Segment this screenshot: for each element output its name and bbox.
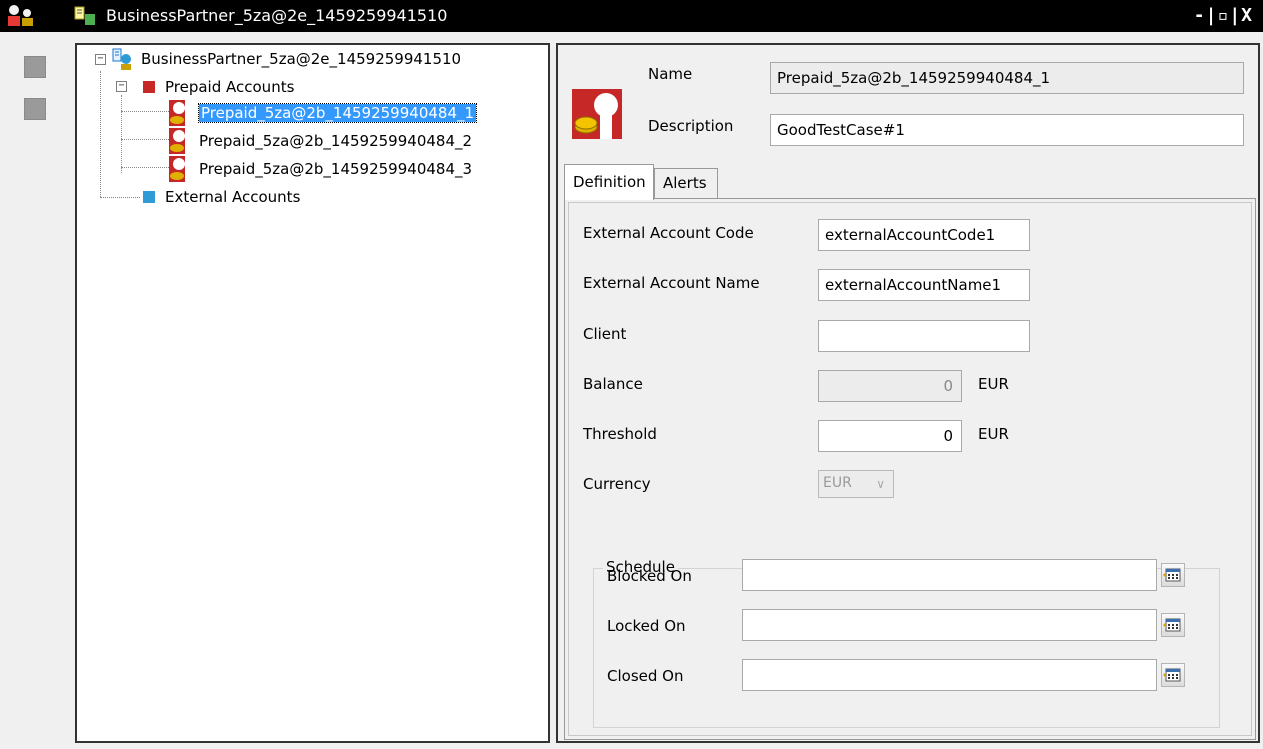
locked-on-date-field[interactable]: [742, 609, 1157, 641]
window-title: BusinessPartner_5za@2e_1459259941510: [106, 6, 448, 25]
app-users-icon[interactable]: [6, 4, 36, 28]
calendar-icon: [1163, 618, 1181, 632]
schedule-layer: Schedule Blocked On Locked On Closed On: [567, 199, 1251, 733]
tree-collapse-toggle[interactable]: −: [116, 81, 127, 92]
tree-connector: [100, 71, 101, 197]
window-controls: -|▫|X: [1193, 5, 1253, 26]
account-tree: − BusinessPartner_5za@2e_1459259941510 −…: [75, 43, 550, 743]
name-field[interactable]: Prepaid_5za@2b_1459259940484_1: [770, 62, 1244, 94]
tree-connector: [121, 111, 169, 112]
closed-on-calendar-button[interactable]: [1161, 663, 1185, 687]
schedule-group: [593, 568, 1220, 728]
calendar-icon: [1163, 668, 1181, 682]
toolbar-button-2[interactable]: [24, 98, 46, 120]
calendar-icon: [1163, 568, 1181, 582]
closed-on-label: Closed On: [607, 667, 684, 685]
tree-collapse-toggle[interactable]: −: [95, 54, 106, 65]
blocked-on-label-text: Blocked On: [607, 567, 692, 585]
left-toolbar: [0, 32, 70, 749]
prepaid-folder-icon: [143, 81, 155, 93]
business-partner-icon: [112, 48, 131, 70]
toolbar-button-1[interactable]: [24, 56, 46, 78]
tree-node-prepaid-3[interactable]: Prepaid_5za@2b_1459259940484_3: [169, 156, 473, 182]
tree-node-prepaid-1[interactable]: Prepaid_5za@2b_1459259940484_1: [169, 100, 478, 126]
tree-node-prepaid-2[interactable]: Prepaid_5za@2b_1459259940484_2: [169, 128, 473, 154]
prepaid-account-large-icon: [572, 89, 622, 139]
blocked-on-date-field[interactable]: [742, 559, 1157, 591]
tree-connector: [121, 139, 169, 140]
tab-definition[interactable]: Definition: [564, 164, 654, 200]
locked-on-calendar-button[interactable]: [1161, 613, 1185, 637]
tree-connector: [100, 197, 140, 198]
tree-group-label: Prepaid Accounts: [165, 78, 295, 96]
close-button[interactable]: X: [1241, 5, 1253, 26]
external-folder-icon: [143, 191, 155, 203]
prepaid-account-icon: [169, 128, 185, 154]
tree-node-root[interactable]: BusinessPartner_5za@2e_1459259941510: [111, 47, 461, 71]
description-label: Description: [648, 117, 734, 135]
tree-item-label: Prepaid_5za@2b_1459259940484_2: [199, 132, 473, 150]
tree-connector: [121, 167, 169, 168]
blocked-on-calendar-button[interactable]: [1161, 563, 1185, 587]
tree-item-label: Prepaid_5za@2b_1459259940484_1: [197, 103, 478, 123]
closed-on-date-field[interactable]: [742, 659, 1157, 691]
tree-root-label: BusinessPartner_5za@2e_1459259941510: [141, 50, 462, 68]
title-bar: BusinessPartner_5za@2e_1459259941510 -|▫…: [0, 0, 1263, 32]
tree-node-external-accounts[interactable]: External Accounts: [143, 185, 300, 209]
prepaid-account-icon: [169, 100, 185, 126]
locked-on-label: Locked On: [607, 617, 686, 635]
minimize-button[interactable]: -: [1194, 5, 1206, 26]
tree-group-label: External Accounts: [165, 188, 301, 206]
description-field[interactable]: GoodTestCase#1: [770, 114, 1244, 146]
tree-node-prepaid-accounts[interactable]: Prepaid Accounts: [143, 75, 294, 99]
tab-alerts[interactable]: Alerts: [654, 168, 718, 198]
prepaid-account-icon: [169, 156, 185, 182]
window-document-icon: [74, 6, 95, 25]
name-label: Name: [648, 65, 693, 83]
tree-item-label: Prepaid_5za@2b_1459259940484_3: [199, 160, 473, 178]
tree-connector: [121, 95, 122, 173]
restore-button[interactable]: ▫: [1217, 5, 1229, 26]
